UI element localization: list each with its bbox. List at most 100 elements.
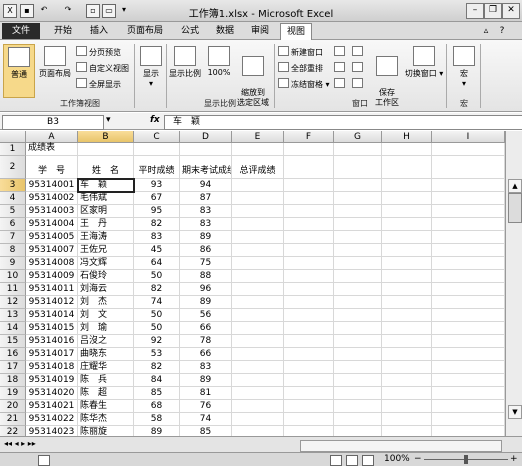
empty-cell[interactable] — [284, 322, 334, 335]
cell-A10[interactable]: 95314009 — [26, 270, 78, 283]
empty-cell[interactable] — [284, 426, 334, 436]
cell-E1[interactable] — [232, 143, 284, 156]
cell-A19[interactable]: 95314020 — [26, 387, 78, 400]
empty-cell[interactable] — [334, 270, 382, 283]
empty-cell[interactable] — [432, 156, 505, 179]
empty-cell[interactable] — [334, 322, 382, 335]
empty-cell[interactable] — [334, 374, 382, 387]
name-box-dropdown-icon[interactable]: ▾ — [106, 115, 111, 125]
row-header[interactable]: 15 — [0, 335, 26, 348]
empty-cell[interactable] — [432, 231, 505, 244]
cell-C19[interactable]: 85 — [134, 387, 180, 400]
empty-cell[interactable] — [334, 348, 382, 361]
empty-cell[interactable] — [382, 296, 432, 309]
cell-E6[interactable] — [232, 218, 284, 231]
cell-B7[interactable]: 王海涛 — [78, 231, 134, 244]
row-header[interactable]: 19 — [0, 387, 26, 400]
zoom-out-icon[interactable]: − — [414, 454, 422, 464]
empty-cell[interactable] — [382, 257, 432, 270]
empty-cell[interactable] — [284, 361, 334, 374]
column-header-H[interactable]: H — [382, 131, 432, 143]
help-icon[interactable]: ? — [496, 23, 508, 39]
row-header[interactable]: 1 — [0, 143, 26, 156]
row-header[interactable]: 16 — [0, 348, 26, 361]
cell-B9[interactable]: 冯文辉 — [78, 257, 134, 270]
empty-cell[interactable] — [382, 143, 432, 156]
column-header-C[interactable]: C — [134, 131, 180, 143]
cell-D19[interactable]: 81 — [180, 387, 232, 400]
empty-cell[interactable] — [382, 400, 432, 413]
row-header[interactable]: 11 — [0, 283, 26, 296]
empty-cell[interactable] — [334, 205, 382, 218]
cell-B21[interactable]: 陈华杰 — [78, 413, 134, 426]
empty-cell[interactable] — [382, 335, 432, 348]
empty-cell[interactable] — [432, 179, 505, 192]
unhide-button[interactable] — [334, 78, 347, 90]
row-header[interactable]: 4 — [0, 192, 26, 205]
empty-cell[interactable] — [382, 309, 432, 322]
empty-cell[interactable] — [334, 156, 382, 179]
row-header[interactable]: 7 — [0, 231, 26, 244]
cell-D16[interactable]: 66 — [180, 348, 232, 361]
cell-B6[interactable]: 王 丹 — [78, 218, 134, 231]
minimize-icon[interactable]: – — [466, 3, 484, 19]
cell-C17[interactable]: 82 — [134, 361, 180, 374]
sheet-nav-icon[interactable]: ◂◂ ◂ ▸ ▸▸ — [4, 439, 36, 448]
cell-B13[interactable]: 刘 文 — [78, 309, 134, 322]
row-header[interactable]: 18 — [0, 374, 26, 387]
column-header-B[interactable]: B — [78, 131, 134, 143]
page-break-status-icon[interactable] — [362, 455, 374, 466]
empty-cell[interactable] — [382, 426, 432, 436]
empty-cell[interactable] — [284, 296, 334, 309]
empty-cell[interactable] — [432, 426, 505, 436]
zoom-slider-thumb[interactable] — [464, 455, 468, 464]
arrange-all-button[interactable]: 全部重排 — [278, 62, 323, 74]
empty-cell[interactable] — [284, 283, 334, 296]
row-header[interactable]: 10 — [0, 270, 26, 283]
cell-C20[interactable]: 68 — [134, 400, 180, 413]
new-window-button[interactable]: 新建窗口 — [278, 46, 323, 58]
page-break-preview-button[interactable]: 分页预览 — [76, 46, 121, 58]
empty-cell[interactable] — [432, 218, 505, 231]
cell-C6[interactable]: 82 — [134, 218, 180, 231]
empty-cell[interactable] — [284, 143, 334, 156]
close-icon[interactable]: ✕ — [502, 3, 520, 19]
cell-C2[interactable]: 平时成绩 — [134, 156, 180, 179]
switch-windows-button[interactable]: 切换窗口 ▾ — [404, 46, 444, 79]
empty-cell[interactable] — [432, 374, 505, 387]
cell-A3[interactable]: 95314001 — [26, 179, 78, 192]
zoom-button[interactable]: 显示比例 — [168, 46, 202, 79]
tab-file[interactable]: 文件 — [2, 23, 40, 39]
cell-C14[interactable]: 50 — [134, 322, 180, 335]
vertical-scrollbar[interactable]: ▲ ▼ — [505, 131, 522, 436]
cell-A6[interactable]: 95314004 — [26, 218, 78, 231]
empty-cell[interactable] — [284, 387, 334, 400]
cell-D8[interactable]: 86 — [180, 244, 232, 257]
cell-E21[interactable] — [232, 413, 284, 426]
cell-C1[interactable] — [134, 143, 180, 156]
cell-C22[interactable]: 89 — [134, 426, 180, 436]
cell-D5[interactable]: 83 — [180, 205, 232, 218]
tab-page-layout[interactable]: 页面布局 — [120, 23, 170, 39]
empty-cell[interactable] — [382, 156, 432, 179]
cell-E5[interactable] — [232, 205, 284, 218]
cell-A15[interactable]: 95314016 — [26, 335, 78, 348]
cell-B16[interactable]: 曲晓东 — [78, 348, 134, 361]
cell-D14[interactable]: 66 — [180, 322, 232, 335]
cell-E15[interactable] — [232, 335, 284, 348]
tab-formulas[interactable]: 公式 — [175, 23, 205, 39]
cell-A11[interactable]: 95314011 — [26, 283, 78, 296]
cell-B1[interactable] — [78, 143, 134, 156]
split-button[interactable] — [334, 46, 347, 58]
row-header[interactable]: 5 — [0, 205, 26, 218]
column-header-E[interactable]: E — [232, 131, 284, 143]
cell-E10[interactable] — [232, 270, 284, 283]
cell-B12[interactable]: 刘 杰 — [78, 296, 134, 309]
cell-B8[interactable]: 王佐兄 — [78, 244, 134, 257]
empty-cell[interactable] — [334, 231, 382, 244]
normal-view-button[interactable]: 普通 — [3, 44, 35, 98]
empty-cell[interactable] — [284, 413, 334, 426]
view-side-by-side-button[interactable] — [352, 46, 365, 58]
row-header[interactable]: 14 — [0, 322, 26, 335]
show-button[interactable]: 显示 ▾ — [138, 46, 164, 88]
